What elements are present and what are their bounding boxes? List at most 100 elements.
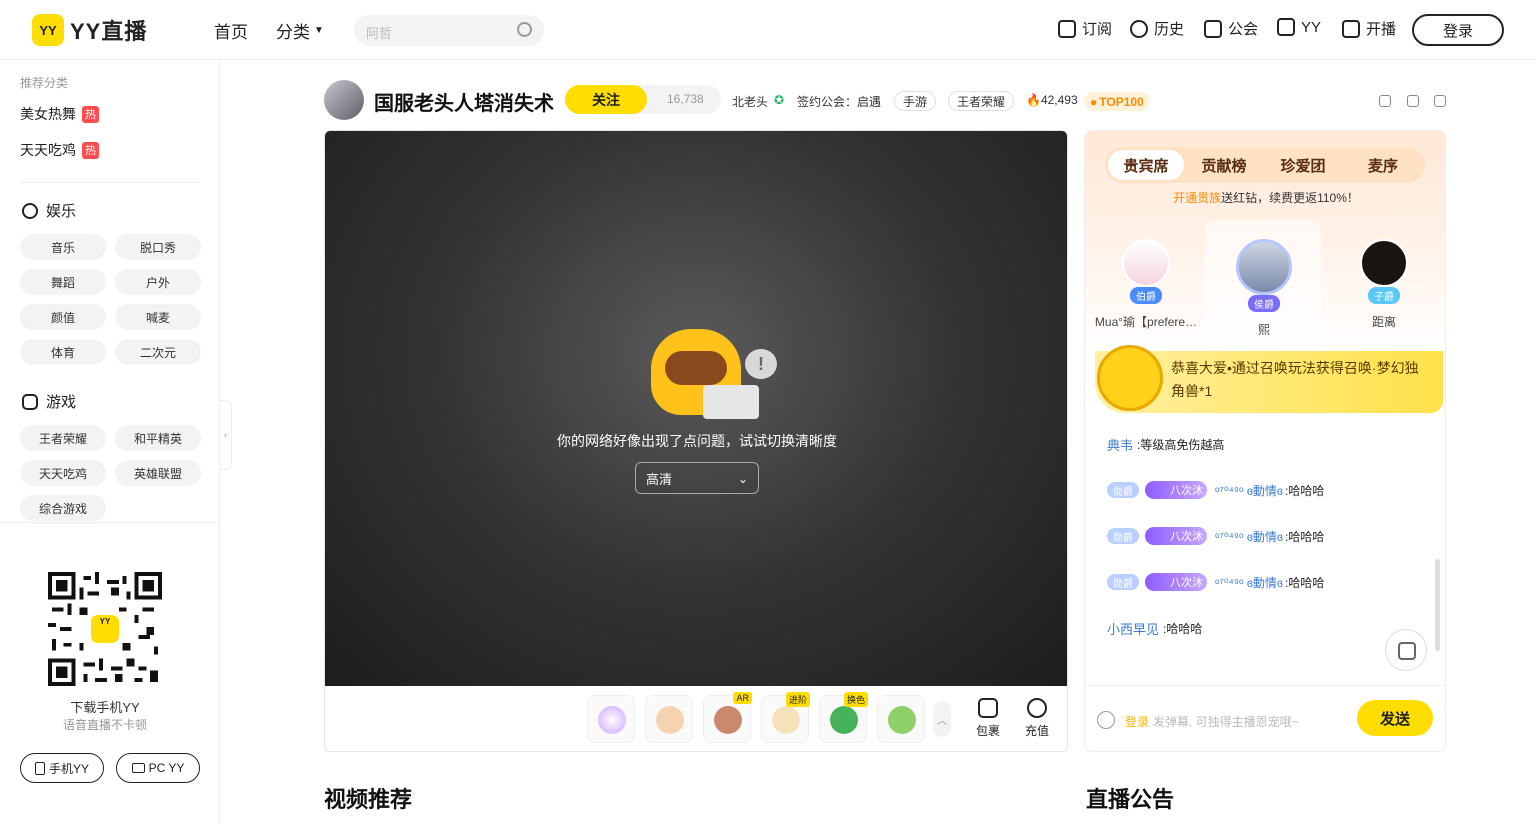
yy-label: YY <box>1301 18 1322 36</box>
chat-text: :等级高免伤越高 <box>1137 438 1225 452</box>
rank-item[interactable]: 伯爵 Mua°瑜【prefere… <box>1091 239 1201 330</box>
guild-label: 公会 <box>1228 21 1259 38</box>
category-pill[interactable]: 王者荣耀 <box>20 425 106 451</box>
entertainment-section-title[interactable]: 娱乐 <box>22 200 76 221</box>
category-pill[interactable]: 天天吃鸡 <box>20 460 106 486</box>
guild-link[interactable]: 公会 <box>1204 18 1258 39</box>
logo-mark: YY <box>32 14 64 46</box>
chat-user[interactable]: ᵒ⁷⁰⁴⁹ᵒ ɞ動情ɞ <box>1215 482 1283 499</box>
games-section-title[interactable]: 游戏 <box>22 391 76 412</box>
chat-message: 勋爵 八次沐 ᵒ⁷⁰⁴⁹ᵒ ɞ動情ɞ :哈哈哈 <box>1107 527 1324 545</box>
guild-info[interactable]: 签约公会：启遇 <box>797 93 881 110</box>
search-input[interactable]: 阿哲 <box>354 15 544 46</box>
tag-honor-of-kings[interactable]: 王者荣耀 <box>948 91 1015 111</box>
tag-mobile-game[interactable]: 手游 <box>894 91 937 111</box>
category-pill[interactable]: 音乐 <box>20 234 106 260</box>
nav-home[interactable]: 首页 <box>214 18 248 43</box>
category-pill[interactable]: 舞蹈 <box>20 269 106 295</box>
top100-badge[interactable]: ● TOP100 <box>1084 92 1150 111</box>
fan-badge: 八次沐 <box>1145 527 1207 545</box>
yy-link[interactable]: YY <box>1277 18 1321 36</box>
tab-vip[interactable]: 贵宾席 <box>1108 150 1184 180</box>
rank-item[interactable]: 子爵 距离 <box>1329 239 1439 330</box>
rank-item[interactable]: 侯爵 熙 <box>1209 239 1319 338</box>
category-pill[interactable]: 综合游戏 <box>20 495 106 521</box>
share-icon[interactable] <box>1407 95 1419 107</box>
tab-contribution[interactable]: 贡献榜 <box>1186 147 1262 183</box>
category-pill[interactable]: 颜值 <box>20 304 106 330</box>
input-login-link[interactable]: 登录 <box>1125 713 1149 730</box>
logo[interactable]: YY YY直播 <box>32 14 147 46</box>
category-pill[interactable]: 体育 <box>20 339 106 365</box>
yy-icon <box>1277 18 1295 36</box>
recharge-button[interactable]: 充值 <box>1019 698 1055 739</box>
flame-icon: 🔥 <box>1026 93 1041 107</box>
video-player: ! 你的网络好像出现了点问题，试试切换清晰度 高清 ⌄ AR 进阶 换色 ︿ 包… <box>324 130 1068 752</box>
noble-promo-text: 送红钻，续费更返110%！ <box>1221 191 1359 205</box>
category-pill[interactable]: 和平精英 <box>115 425 201 451</box>
chat-message: 典韦 :等级高免伤越高 <box>1107 435 1224 454</box>
category-pill[interactable]: 喊麦 <box>115 304 201 330</box>
chat-user[interactable]: 小西早见 <box>1107 619 1159 638</box>
category-pill[interactable]: 户外 <box>115 269 201 295</box>
history-link[interactable]: 历史 <box>1130 18 1184 39</box>
phone-icon[interactable] <box>1434 95 1446 107</box>
category-pill[interactable]: 英雄联盟 <box>115 460 201 486</box>
chat-settings-button[interactable] <box>1385 629 1427 671</box>
exclamation-icon: ! <box>745 349 777 379</box>
gift-item[interactable]: 进阶 <box>761 692 810 743</box>
category-pill[interactable]: 脱口秀 <box>115 234 201 260</box>
send-button[interactable]: 发送 <box>1357 700 1433 736</box>
sidebar: 推荐分类 美女热舞热 天天吃鸡热 娱乐 音乐 脱口秀 舞蹈 户外 颜值 喊麦 体… <box>0 60 220 824</box>
balloon-gift-icon <box>888 706 916 734</box>
warning-icon[interactable] <box>1379 95 1391 107</box>
camera-icon <box>1342 19 1360 38</box>
noble-promo[interactable]: 开通贵族送红钻，续费更返110%！ <box>1085 189 1445 206</box>
category-pill[interactable]: 二次元 <box>115 339 201 365</box>
chat-user[interactable]: ᵒ⁷⁰⁴⁹ᵒ ɞ動情ɞ <box>1215 574 1283 591</box>
noble-promo-link[interactable]: 开通贵族 <box>1173 191 1221 205</box>
follow-button[interactable]: 关注 <box>565 85 647 114</box>
qr-code <box>48 572 162 686</box>
emoji-icon[interactable] <box>1097 711 1115 729</box>
sidebar-item-pubg[interactable]: 天天吃鸡热 <box>20 140 99 160</box>
quality-select[interactable]: 高清 ⌄ <box>635 462 759 494</box>
announcement-banner: 恭喜大爱•通过召唤玩法获得召唤·梦幻独角兽*1 <box>1095 345 1443 413</box>
gift-item[interactable] <box>877 695 925 743</box>
download-subtitle: 语音直播不卡顿 <box>62 718 147 732</box>
sidebar-collapse-toggle[interactable]: ‹ <box>220 400 232 470</box>
chat-scrollbar[interactable] <box>1435 559 1440 651</box>
tab-fan-club[interactable]: 珍爱团 <box>1265 147 1341 183</box>
anchor-name[interactable]: 北老头 <box>732 93 768 110</box>
start-live-link[interactable]: 开播 <box>1342 18 1396 39</box>
gift-expand-button[interactable]: ︿ <box>933 701 951 737</box>
rank-name: 熙 <box>1257 323 1270 337</box>
room-title: 国服老头人塔消失术 <box>374 93 554 115</box>
chat-user[interactable]: 典韦 <box>1107 435 1133 454</box>
tab-mic-order[interactable]: 麦序 <box>1345 147 1421 183</box>
video-area[interactable]: ! 你的网络好像出现了点问题，试试切换清晰度 高清 ⌄ <box>325 131 1067 686</box>
entertainment-title: 娱乐 <box>46 203 77 220</box>
gift-item[interactable]: 换色 <box>819 692 868 743</box>
gift-tag: 换色 <box>843 692 868 707</box>
fan-badge: 八次沐 <box>1145 481 1207 499</box>
history-label: 历史 <box>1154 21 1185 38</box>
pc-yy-button[interactable]: PC YY <box>116 753 200 783</box>
bag-button[interactable]: 包裹 <box>970 698 1006 739</box>
login-button[interactable]: 登录 <box>1412 14 1504 46</box>
nav-category[interactable]: 分类 ▼ <box>276 18 324 43</box>
gift-item[interactable]: AR <box>703 692 752 743</box>
phone-icon <box>34 761 45 775</box>
gift-item[interactable] <box>645 695 693 743</box>
search-icon[interactable] <box>517 22 532 37</box>
gift-item[interactable] <box>587 695 635 743</box>
chat-user[interactable]: ᵒ⁷⁰⁴⁹ᵒ ɞ動情ɞ <box>1215 528 1283 545</box>
anchor-avatar[interactable] <box>324 80 364 120</box>
sidebar-item-dance[interactable]: 美女热舞热 <box>20 104 99 124</box>
chat-text: :哈哈哈 <box>1285 529 1325 544</box>
subscribe-link[interactable]: 订阅 <box>1058 18 1112 39</box>
chat-input[interactable]: 发弹幕, 可独得主播恩宠哦~ <box>1153 713 1299 730</box>
chat-text: :哈哈哈 <box>1285 483 1325 498</box>
mobile-yy-button[interactable]: 手机YY <box>20 753 104 783</box>
chat-text: :哈哈哈 <box>1285 575 1325 590</box>
